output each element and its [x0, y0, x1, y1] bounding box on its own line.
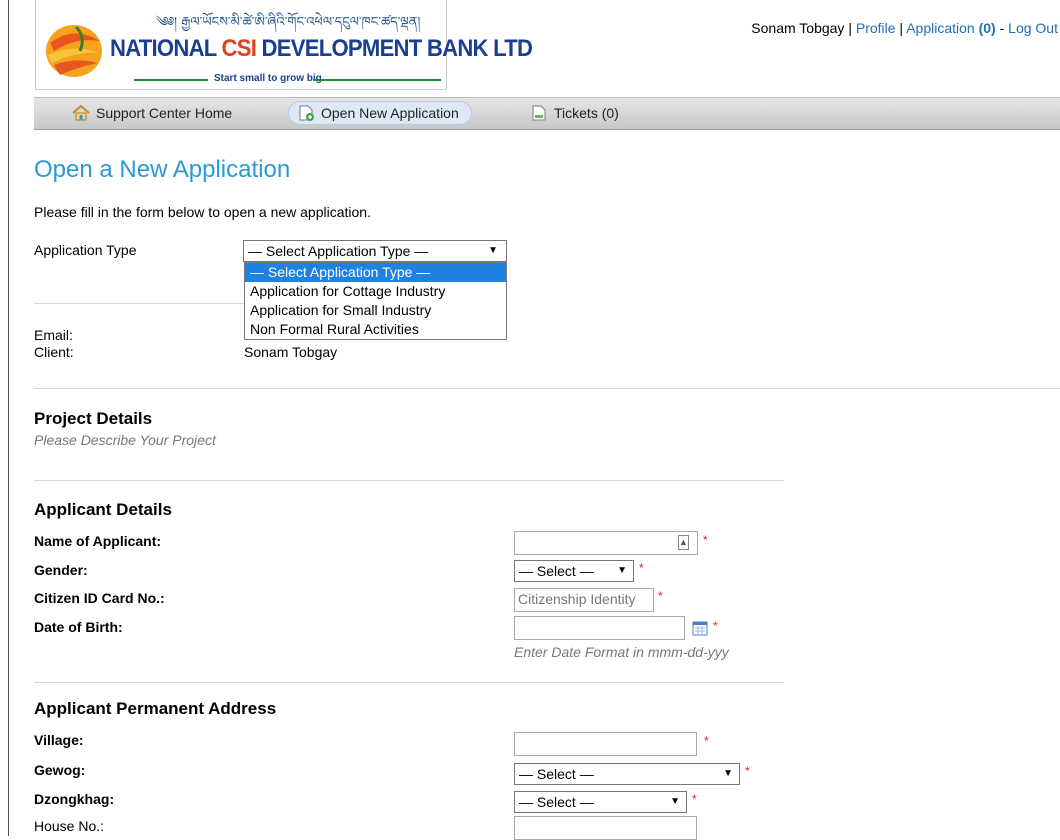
project-details-heading: Project Details	[34, 409, 153, 428]
date-of-birth-label: Date of Birth:	[34, 619, 123, 635]
user-bar: Sonam Tobgay | Profile | Application (0)…	[751, 20, 1058, 36]
project-details-subtitle: Please Describe Your Project	[34, 432, 216, 448]
dropdown-option[interactable]: Application for Small Industry	[245, 301, 506, 320]
name-of-applicant-input[interactable]: ▲	[514, 531, 698, 555]
logo-divider	[134, 79, 208, 81]
required-marker: *	[713, 619, 718, 633]
chevron-down-icon: ▼	[617, 565, 627, 576]
permanent-address-heading: Applicant Permanent Address	[34, 699, 277, 718]
nav-open-new-application[interactable]: Open New Application	[288, 101, 472, 125]
home-icon	[72, 105, 90, 121]
chevron-down-icon: ▼	[488, 245, 498, 256]
required-marker: *	[745, 764, 750, 778]
required-marker: *	[658, 589, 663, 603]
user-name: Sonam Tobgay	[751, 20, 845, 36]
house-number-label: House No.:	[34, 818, 105, 834]
dropdown-option[interactable]: — Select Application Type —	[245, 263, 506, 282]
document-icon	[532, 105, 546, 121]
new-document-icon	[299, 105, 314, 121]
applicant-details-heading: Applicant Details	[34, 500, 172, 519]
logo-emblem-icon	[46, 25, 102, 77]
divider	[34, 480, 784, 481]
required-marker: *	[692, 792, 697, 806]
bank-logo[interactable]: ༄༅། རྒྱལ་ཡོངས་མི་ཚེ་ཨི་ཞིའི་གོང་འཕེལ་དངུ…	[35, 0, 533, 90]
client-value: Sonam Tobgay	[244, 344, 338, 360]
calendar-icon[interactable]	[692, 620, 708, 636]
page-title: Open a New Application	[34, 156, 291, 183]
date-format-hint: Enter Date Format in mmm-dd-yyy	[514, 644, 729, 660]
nav-bar: Support Center Home Open New Application…	[34, 97, 1060, 130]
application-type-dropdown: — Select Application Type — Application …	[244, 262, 507, 340]
client-label: Client:	[34, 344, 74, 360]
gender-label: Gender:	[34, 562, 88, 578]
application-type-label: Application Type	[34, 242, 137, 258]
nav-tickets[interactable]: Tickets (0)	[530, 102, 619, 124]
date-of-birth-input[interactable]	[514, 616, 685, 640]
gewog-select[interactable]: — Select — ▼	[514, 763, 740, 785]
required-marker: *	[703, 533, 708, 547]
citizen-id-label: Citizen ID Card No.:	[34, 590, 165, 606]
application-type-select[interactable]: — Select Application Type — ▼	[243, 240, 507, 262]
chevron-down-icon: ▼	[670, 796, 680, 807]
citizen-id-input[interactable]: Citizenship Identity	[514, 588, 654, 612]
village-input[interactable]	[514, 732, 697, 756]
left-border	[8, 0, 9, 836]
email-label: Email:	[34, 327, 73, 343]
logout-link[interactable]: Log Out	[1008, 20, 1058, 36]
profile-link[interactable]: Profile	[856, 20, 896, 36]
divider	[34, 303, 244, 304]
dzongkhag-select[interactable]: — Select — ▼	[514, 791, 687, 813]
dzongkhag-label: Dzongkhag:	[34, 791, 115, 807]
application-link[interactable]: Application (0)	[906, 20, 996, 36]
intro-text: Please fill in the form below to open a …	[34, 204, 371, 220]
village-label: Village:	[34, 732, 84, 748]
gender-select[interactable]: — Select — ▼	[514, 560, 634, 582]
logo-tagline: Start small to grow big	[214, 73, 322, 84]
chevron-down-icon: ▼	[723, 768, 733, 779]
dropdown-option[interactable]: Non Formal Rural Activities	[245, 320, 506, 339]
gewog-label: Gewog:	[34, 762, 86, 778]
name-of-applicant-label: Name of Applicant:	[34, 533, 162, 549]
required-marker: *	[704, 734, 709, 748]
logo-bank-name: NATIONAL CSI DEVELOPMENT BANK LTD	[110, 35, 533, 62]
house-number-input[interactable]	[514, 816, 697, 840]
dropdown-option[interactable]: Application for Cottage Industry	[245, 282, 506, 301]
nav-support-home[interactable]: Support Center Home	[72, 102, 232, 124]
divider	[34, 682, 784, 683]
required-marker: *	[639, 561, 644, 575]
divider	[34, 388, 1060, 389]
contact-card-icon: ▲	[678, 535, 689, 550]
logo-divider	[313, 79, 441, 81]
